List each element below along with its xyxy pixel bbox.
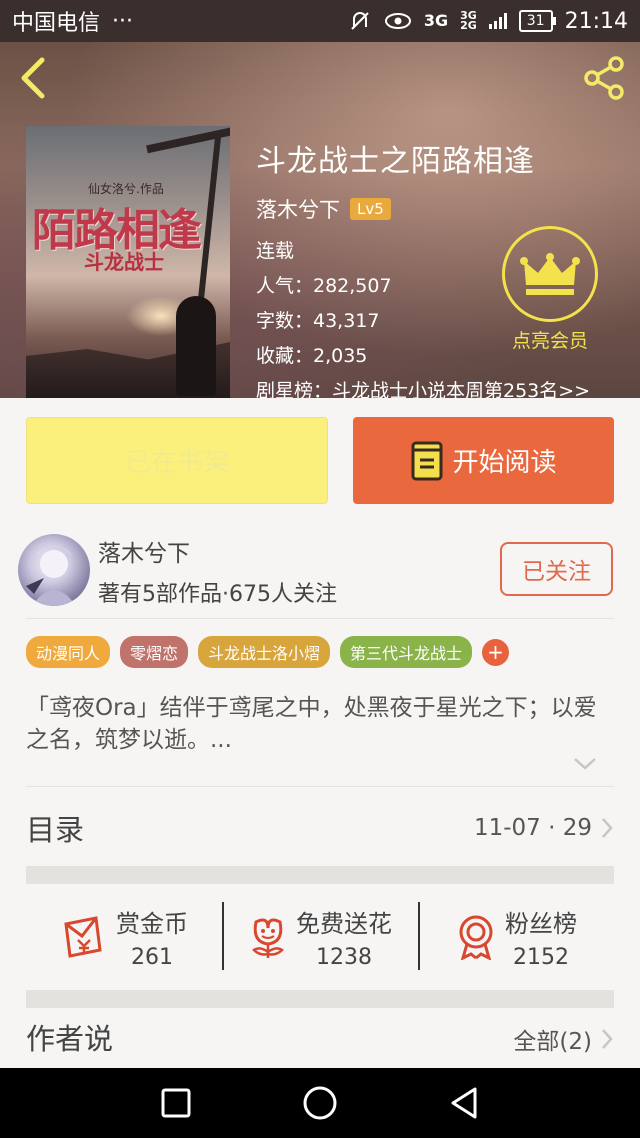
- fan-ranking-button[interactable]: 粉丝榜 2152: [418, 884, 614, 990]
- cover-girl-silhouette: [176, 296, 216, 396]
- stat-value: 261: [131, 945, 173, 970]
- book-title: 斗龙战士之陌路相逢: [256, 144, 535, 179]
- share-icon: [584, 56, 624, 100]
- circle-icon: [303, 1086, 337, 1120]
- avatar-image-icon: [26, 546, 76, 606]
- avatar[interactable]: [18, 534, 90, 606]
- stat-label: 粉丝榜: [505, 910, 577, 938]
- tag-item[interactable]: 零熠恋: [120, 636, 189, 668]
- mute-icon: [348, 9, 372, 33]
- tag-item[interactable]: 斗龙战士洛小熠: [198, 636, 331, 668]
- book-author-row: 落木兮下 Lv5: [256, 194, 626, 224]
- author-says-all-label: 全部(2): [513, 1029, 592, 1055]
- followed-button[interactable]: 已关注: [500, 542, 613, 596]
- divider: [26, 618, 614, 619]
- network-2g-small: 2G: [460, 19, 477, 32]
- stat-label: 赏金币: [116, 910, 188, 938]
- level-badge: Lv5: [350, 198, 391, 220]
- section-separator: [26, 866, 614, 884]
- stat-label: 免费送花: [296, 910, 392, 938]
- author-name[interactable]: 落木兮下: [98, 534, 190, 568]
- stats-row: 赏金币 261 免费送花 1238 粉丝榜 2152: [26, 884, 614, 990]
- in-bookshelf-label: 已在书架: [124, 448, 229, 478]
- reward-coins-text: 赏金币 261: [116, 904, 188, 970]
- eye-icon: [384, 11, 412, 31]
- author-section: 落木兮下 著有5部作品·675人关注 已关注: [0, 528, 640, 616]
- divider: [26, 786, 614, 787]
- book-intro: 「鸢夜Ora」结伴于鸢尾之中，处黑夜于星光之下；以爱之名，筑梦以逝。...: [26, 695, 597, 753]
- status-bar: 中国电信 ··· 3G 3G 2G 31 21:14: [0, 0, 640, 42]
- home-button[interactable]: [302, 1085, 338, 1121]
- stat-value: 1238: [316, 945, 372, 970]
- network-dual-label: 3G 2G: [460, 10, 477, 32]
- recent-apps-button[interactable]: [160, 1087, 192, 1119]
- award-ribbon-icon: [459, 915, 493, 960]
- vip-button[interactable]: 点亮会员: [500, 226, 600, 353]
- signal-icon: [488, 13, 507, 29]
- network-3g-label: 3G: [423, 11, 449, 30]
- tag-list: 动漫同人 零熠恋 斗龙战士洛小熠 第三代斗龙战士 +: [26, 636, 510, 668]
- start-reading-button[interactable]: 开始阅读: [353, 417, 614, 504]
- in-bookshelf-button[interactable]: 已在书架: [26, 417, 328, 504]
- status-left: 中国电信 ···: [12, 5, 133, 37]
- status-time: 21:14: [564, 8, 628, 34]
- send-flower-button[interactable]: 免费送花 1238: [222, 884, 418, 990]
- system-back-button[interactable]: [448, 1085, 480, 1121]
- flower-icon: [252, 918, 284, 958]
- stat-value: 2152: [513, 945, 569, 970]
- status-dots: ···: [112, 8, 133, 34]
- system-nav-bar: [0, 1068, 640, 1138]
- vip-circle: [502, 226, 598, 322]
- battery-icon: 31: [518, 10, 556, 32]
- back-arrow-icon: [21, 57, 45, 99]
- expand-intro-button[interactable]: [572, 756, 598, 776]
- chevron-down-icon: [574, 758, 596, 770]
- start-reading-label: 开始阅读: [452, 448, 557, 478]
- book-cover[interactable]: 仙女洛兮.作品 陌路相逢 斗龙战士: [26, 126, 230, 398]
- author-says-title: 作者说: [26, 1022, 114, 1056]
- add-tag-button[interactable]: +: [482, 638, 510, 666]
- cover-subtitle-text: 斗龙战士: [84, 250, 164, 274]
- catalog-row[interactable]: 目录 11-07 · 29: [26, 790, 614, 866]
- book-icon: [411, 441, 443, 480]
- red-envelope-yen-icon: [64, 916, 102, 958]
- book-rank-link[interactable]: 剧星榜：斗龙战士小说本周第253名>>: [256, 374, 626, 398]
- share-button[interactable]: [580, 54, 628, 102]
- catalog-latest: 11-07 · 29: [474, 815, 614, 841]
- send-flower-text: 免费送花 1238: [296, 904, 392, 970]
- vip-label: 点亮会员: [511, 330, 588, 352]
- crown-icon: [520, 253, 580, 295]
- catalog-latest-label: 11-07 · 29: [473, 815, 592, 841]
- triangle-back-icon: [451, 1087, 477, 1119]
- reward-coins-button[interactable]: 赏金币 261: [26, 884, 222, 990]
- author-meta: 著有5部作品·675人关注: [98, 582, 337, 607]
- followed-label: 已关注: [522, 559, 591, 585]
- carrier-label: 中国电信: [12, 11, 101, 36]
- book-author[interactable]: 落木兮下: [256, 194, 340, 224]
- catalog-title: 目录: [26, 813, 85, 847]
- book-header: 仙女洛兮.作品 陌路相逢 斗龙战士 斗龙战士之陌路相逢 落木兮下 Lv5 连载 …: [0, 42, 640, 398]
- square-icon: [161, 1088, 191, 1118]
- author-says-row[interactable]: 作者说 全部(2): [26, 1010, 614, 1068]
- back-button[interactable]: [14, 56, 54, 100]
- fan-ranking-text: 粉丝榜 2152: [505, 904, 577, 970]
- status-right: 3G 3G 2G 31 21:14: [348, 9, 628, 34]
- author-says-all: 全部(2): [513, 1010, 614, 1068]
- tag-item[interactable]: 第三代斗龙战士: [340, 636, 473, 668]
- tag-item[interactable]: 动漫同人: [26, 636, 111, 668]
- chevron-right-icon: [602, 1029, 613, 1049]
- section-separator: [26, 990, 614, 1008]
- chevron-right-icon: [602, 818, 613, 838]
